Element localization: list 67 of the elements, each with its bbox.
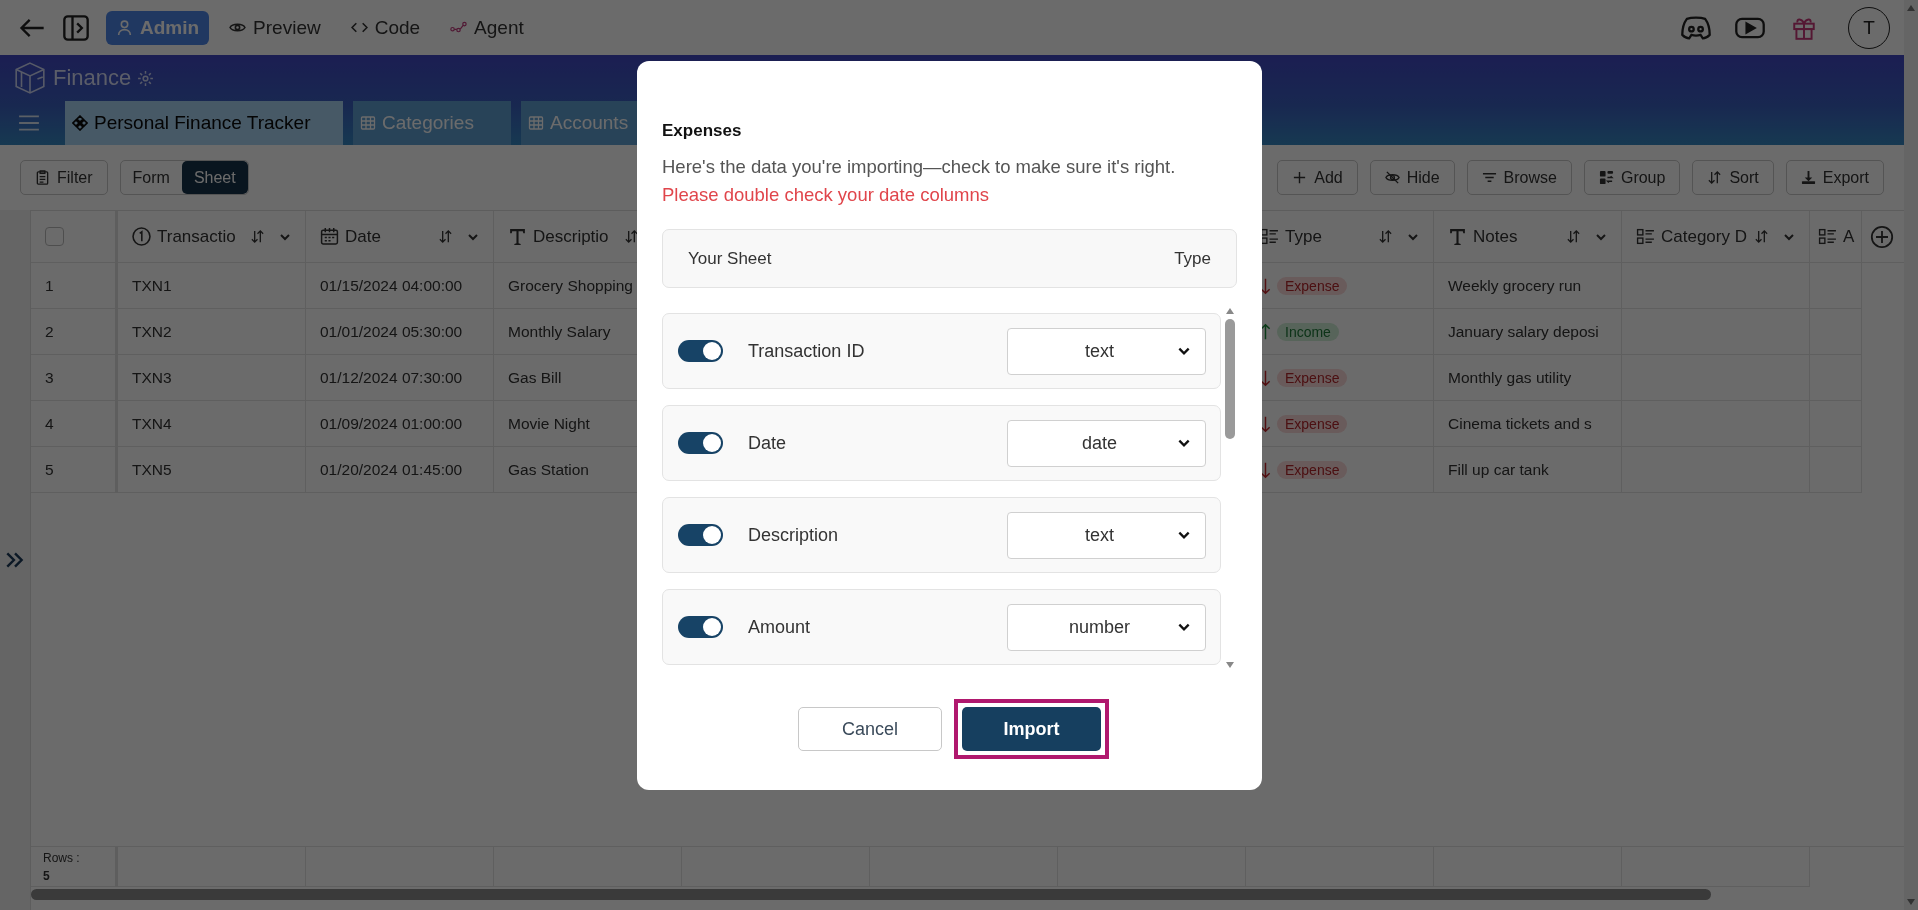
row-count-label: Rows : bbox=[43, 850, 80, 865]
app-title: Finance bbox=[53, 65, 132, 91]
table-cell: TXN5 bbox=[132, 460, 172, 479]
nav-tab[interactable]: Admin bbox=[106, 10, 210, 45]
column-header[interactable]: Date bbox=[306, 211, 494, 263]
field-name: Description bbox=[748, 524, 840, 546]
type-select[interactable]: number bbox=[1007, 603, 1206, 651]
row-number: 2 bbox=[45, 322, 54, 341]
table-cell: Fill up car tank bbox=[1448, 460, 1549, 479]
page-tab[interactable]: Categories bbox=[353, 101, 511, 145]
table-cell: Gas Bill bbox=[508, 368, 562, 387]
type-tag: Expense bbox=[1277, 460, 1348, 479]
row-number: 4 bbox=[45, 414, 54, 433]
type-tag: Income bbox=[1277, 322, 1339, 341]
table-cell: January salary deposi bbox=[1448, 322, 1599, 341]
table-cell: Movie Night bbox=[508, 414, 590, 433]
table-cell: Cinema tickets and s bbox=[1448, 414, 1592, 433]
row-count: 5 bbox=[43, 868, 50, 883]
nav-tab[interactable]: Code bbox=[340, 10, 431, 45]
table-cell: TXN4 bbox=[132, 414, 172, 433]
table-cell: 01/09/2024 01:00:00 bbox=[320, 414, 463, 433]
table-cell: Grocery Shopping bbox=[508, 276, 633, 295]
cancel-button[interactable]: Cancel bbox=[798, 707, 942, 751]
type-select[interactable]: text bbox=[1007, 511, 1206, 559]
table-cell: TXN1 bbox=[132, 276, 172, 295]
type-tag: Expense bbox=[1277, 276, 1348, 295]
import-button[interactable]: Import bbox=[962, 707, 1101, 751]
dialog-description: Here's the data you're importing—check to make sure it's right. bbox=[662, 155, 1177, 179]
filter-button[interactable]: Filter bbox=[20, 160, 108, 195]
table-cell: TXN3 bbox=[132, 368, 172, 387]
type-tag: Expense bbox=[1277, 368, 1348, 387]
table-cell: Gas Station bbox=[508, 460, 589, 479]
table-cell: Monthly Salary bbox=[508, 322, 611, 341]
toolbar-button[interactable]: Browse bbox=[1466, 160, 1572, 195]
type-select[interactable]: text bbox=[1007, 327, 1206, 375]
table-cell: 01/01/2024 05:30:00 bbox=[320, 322, 463, 341]
view-tab[interactable]: Sheet bbox=[181, 161, 248, 194]
warning-text: Please double check your date columns bbox=[662, 183, 991, 207]
type-select[interactable]: date bbox=[1007, 419, 1206, 467]
field-name: Date bbox=[748, 432, 788, 454]
table-cell: 01/15/2024 04:00:00 bbox=[320, 276, 463, 295]
toolbar-button[interactable]: Group bbox=[1583, 160, 1681, 195]
row-number: 3 bbox=[45, 368, 54, 387]
toolbar-button[interactable]: Add bbox=[1277, 160, 1358, 195]
column-header[interactable]: Notes bbox=[1434, 211, 1622, 263]
table-cell: Monthly gas utility bbox=[1448, 368, 1572, 387]
field-name: Transaction ID bbox=[748, 340, 866, 362]
table-cell: Weekly grocery run bbox=[1448, 276, 1582, 295]
nav-tab[interactable]: Preview bbox=[219, 10, 331, 45]
row-number: 5 bbox=[45, 460, 54, 479]
row-number: 1 bbox=[45, 276, 54, 295]
toolbar-button[interactable]: Hide bbox=[1369, 160, 1455, 195]
column-heading: Type bbox=[1174, 248, 1211, 269]
table-cell: 01/20/2024 01:45:00 bbox=[320, 460, 463, 479]
toolbar-button[interactable]: Export bbox=[1785, 160, 1884, 195]
field-name: Amount bbox=[748, 616, 812, 638]
column-header[interactable]: Category D bbox=[1622, 211, 1810, 263]
table-cell: 01/12/2024 07:30:00 bbox=[320, 368, 463, 387]
page-tab[interactable]: Personal Finance Tracker bbox=[65, 101, 343, 145]
column-header[interactable]: A bbox=[1810, 211, 1862, 263]
toolbar-button[interactable]: Sort bbox=[1692, 160, 1774, 195]
column-heading: Your Sheet bbox=[688, 248, 772, 269]
table-cell: TXN2 bbox=[132, 322, 172, 341]
column-header[interactable]: Transactio bbox=[118, 211, 306, 263]
type-tag: Expense bbox=[1277, 414, 1348, 433]
view-tab[interactable]: Form bbox=[120, 161, 182, 194]
nav-tab[interactable]: Agent bbox=[440, 10, 534, 45]
